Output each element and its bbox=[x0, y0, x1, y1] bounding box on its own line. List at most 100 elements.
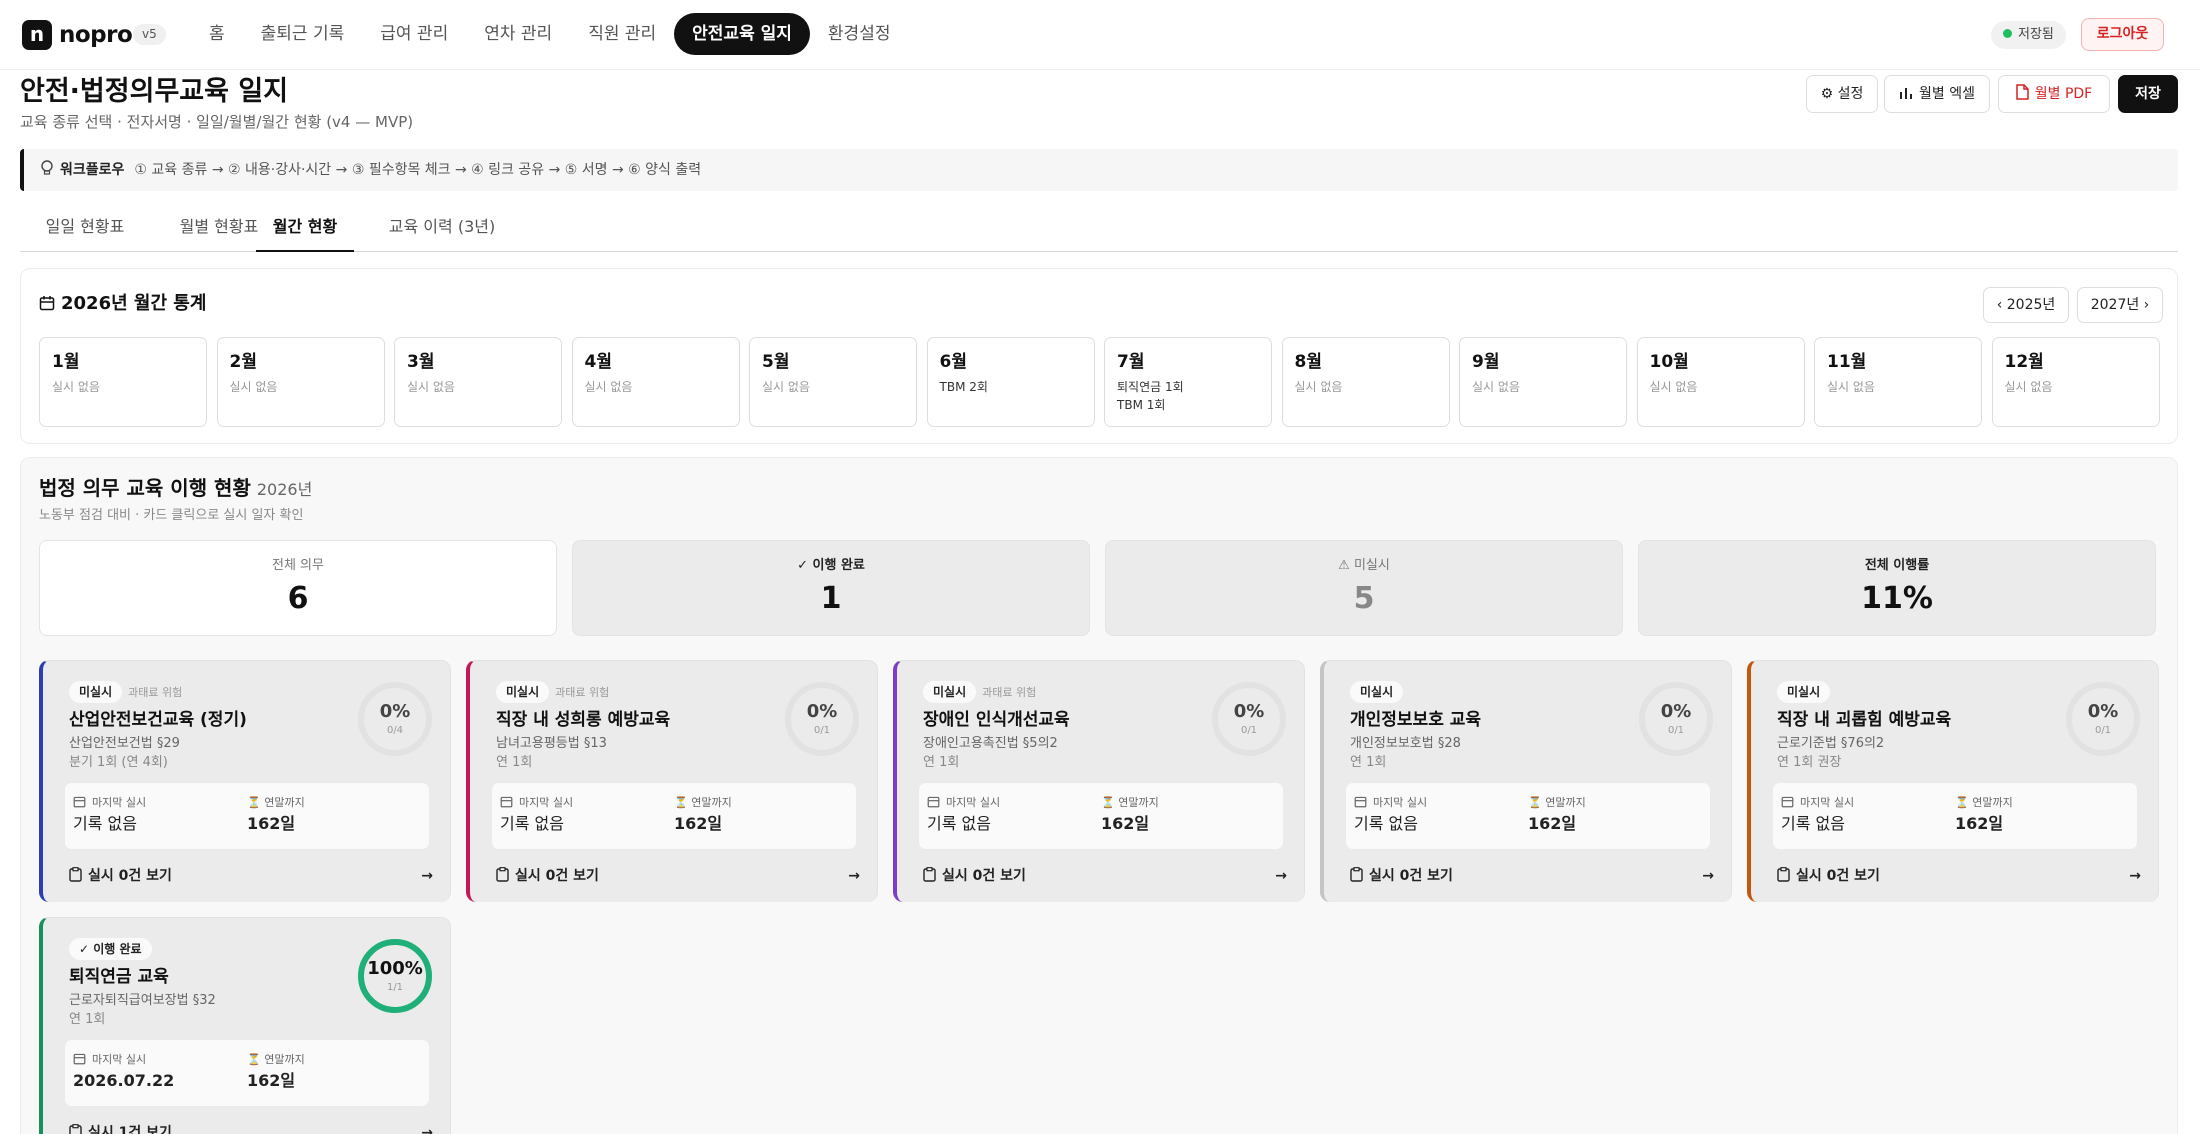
pdf-button[interactable]: 월별 PDF bbox=[1998, 75, 2110, 113]
month-card[interactable]: 4월 실시 없음 bbox=[571, 337, 740, 427]
card-frequency: 연 1회 권장 bbox=[1777, 755, 1842, 770]
view-records-label: 실시 0건 보기 bbox=[1796, 868, 1880, 884]
month-card[interactable]: 10월 실시 없음 bbox=[1636, 337, 1805, 427]
settings-button[interactable]: ⚙ 설정 bbox=[1806, 75, 1878, 113]
clipboard-icon bbox=[69, 1124, 82, 1134]
nav-item-leave[interactable]: 연차 관리 bbox=[466, 13, 570, 55]
edu-card[interactable]: ✓ 이행 완료 퇴직연금 교육 근로자퇴직급여보장법 §32 연 1회 100% 1/1 마… bbox=[39, 917, 451, 1134]
status-badge: 미실시 bbox=[1350, 681, 1404, 703]
statutory-title-text: 법정 의무 교육 이행 현황 bbox=[39, 476, 251, 500]
summary-card: ⚠ 미실시 5 bbox=[1105, 540, 1623, 636]
card-info-box: 마지막 실시 2026.07.22 ⏳ 연말까지 162일 bbox=[65, 1040, 429, 1106]
month-card[interactable]: 2월 실시 없음 bbox=[216, 337, 385, 427]
last-done: 마지막 실시 2026.07.22 bbox=[73, 1052, 174, 1092]
card-info-box: 마지막 실시 기록 없음 ⏳ 연말까지 162일 bbox=[1773, 783, 2137, 849]
days-left-label-text: 연말까지 bbox=[264, 796, 305, 809]
month-card[interactable]: 9월 실시 없음 bbox=[1459, 337, 1627, 427]
workflow-steps: ① 교육 종류 → ② 내용·강사·시간 → ③ 필수항목 체크 → ④ 링크 … bbox=[134, 162, 702, 178]
month-card[interactable]: 1월 실시 없음 bbox=[39, 337, 207, 427]
nav-item-payroll[interactable]: 급여 관리 bbox=[362, 13, 466, 55]
nav-item-attendance[interactable]: 출퇴근 기록 bbox=[243, 13, 363, 55]
summary-label: 전체 의무 bbox=[272, 558, 324, 573]
tab-daily[interactable]: 일일 현황표 bbox=[30, 208, 140, 252]
view-tabs: 일일 현황표 월별 현황표 월간 현황 교육 이력 (3년) bbox=[20, 208, 2178, 252]
arrow-right-icon: → bbox=[421, 868, 433, 884]
last-done: 마지막 실시 기록 없음 bbox=[1781, 795, 1854, 835]
summary-value: 11% bbox=[1861, 581, 1933, 616]
excel-label: 월별 엑셀 bbox=[1919, 86, 1975, 102]
days-left-value: 162일 bbox=[674, 814, 723, 833]
month-card[interactable]: 8월 실시 없음 bbox=[1281, 337, 1450, 427]
workflow-label: 워크플로우 bbox=[60, 162, 125, 178]
file-icon bbox=[2016, 84, 2029, 100]
hourglass-icon: ⏳ bbox=[247, 1053, 265, 1066]
version-badge: v5 bbox=[133, 24, 166, 45]
view-records-link[interactable]: 실시 0건 보기 → bbox=[1350, 866, 1714, 886]
days-left: ⏳ 연말까지 162일 bbox=[1101, 795, 1159, 835]
last-done: 마지막 실시 기록 없음 bbox=[73, 795, 146, 835]
nav-item-safety-log[interactable]: 안전교육 일지 bbox=[674, 13, 810, 55]
view-records-link[interactable]: 실시 0건 보기 → bbox=[923, 866, 1287, 886]
calendar-icon bbox=[73, 1053, 86, 1065]
month-summary: 실시 없음 bbox=[229, 380, 278, 394]
summary-card: ✓ 이행 완료 1 bbox=[572, 540, 1090, 636]
bar-chart-icon bbox=[1900, 88, 1912, 99]
edu-card[interactable]: 미실시 과태료 위험 산업안전보건교육 (정기) 산업안전보건법 §29 분기 1회 (… bbox=[39, 660, 451, 902]
month-card[interactable]: 12월 실시 없음 bbox=[1991, 337, 2160, 427]
month-card[interactable]: 5월 실시 없음 bbox=[749, 337, 917, 427]
summary-value: 5 bbox=[1353, 581, 1375, 616]
view-records-link[interactable]: 실시 0건 보기 → bbox=[69, 866, 433, 886]
days-left-value: 162일 bbox=[1528, 814, 1577, 833]
nav-item-settings[interactable]: 환경설정 bbox=[810, 13, 909, 55]
month-card[interactable]: 3월 실시 없음 bbox=[394, 337, 562, 427]
next-year-button[interactable]: 2027년 › bbox=[2077, 287, 2163, 323]
edu-card[interactable]: 미실시 개인정보보호 교육 개인정보보호법 §28 연 1회 0% 0/1 마지막 실시 기록… bbox=[1320, 660, 1732, 902]
card-law: 장애인고용촉진법 §5의2 bbox=[923, 736, 1058, 751]
progress-fraction: 0/1 bbox=[2094, 725, 2112, 736]
prev-year-button[interactable]: ‹ 2025년 bbox=[1983, 287, 2069, 323]
nav-item-home[interactable]: 홈 bbox=[191, 13, 243, 55]
month-summary: 실시 없음 bbox=[1649, 380, 1698, 394]
last-done-label: 마지막 실시 bbox=[73, 795, 146, 811]
hourglass-icon: ⏳ bbox=[247, 796, 265, 809]
last-done-value: 기록 없음 bbox=[1354, 814, 1418, 833]
tab-history[interactable]: 교육 이력 (3년) bbox=[366, 208, 518, 252]
edu-card[interactable]: 미실시 과태료 위험 직장 내 성희롱 예방교육 남녀고용평등법 §13 연 1회 0% 0… bbox=[466, 660, 878, 902]
month-name: 12월 bbox=[2004, 352, 2044, 372]
clipboard-icon bbox=[1350, 867, 1363, 882]
save-button[interactable]: 저장 bbox=[2118, 75, 2178, 113]
edu-card[interactable]: 미실시 직장 내 괴롭힘 예방교육 근로기준법 §76의2 연 1회 권장 0% 0/1 마… bbox=[1747, 660, 2159, 902]
progress-percent: 0% bbox=[1660, 701, 1692, 722]
logo-icon: n bbox=[22, 20, 52, 50]
tab-monthly-overview[interactable]: 월간 현황 bbox=[256, 208, 354, 252]
summary-label: ✓ 이행 완료 bbox=[797, 558, 865, 573]
last-done-label: 마지막 실시 bbox=[73, 1052, 174, 1068]
view-records-label: 실시 0건 보기 bbox=[88, 868, 172, 884]
nav-item-employees[interactable]: 직원 관리 bbox=[570, 13, 674, 55]
last-done-label: 마지막 실시 bbox=[1354, 795, 1427, 811]
last-done-label-text: 마지막 실시 bbox=[946, 796, 1001, 809]
last-done-label: 마지막 실시 bbox=[500, 795, 573, 811]
month-name: 6월 bbox=[939, 352, 967, 372]
view-records-link[interactable]: 실시 1건 보기 → bbox=[69, 1123, 433, 1134]
days-left-label: ⏳ 연말까지 bbox=[1528, 795, 1586, 811]
logout-button[interactable]: 로그아웃 bbox=[2081, 18, 2164, 51]
month-card[interactable]: 7월 퇴직연금 1회 TBM 1회 bbox=[1104, 337, 1272, 427]
month-card[interactable]: 6월 TBM 2회 bbox=[926, 337, 1095, 427]
edu-card[interactable]: 미실시 과태료 위험 장애인 인식개선교육 장애인고용촉진법 §5의2 연 1회 0% 0/… bbox=[893, 660, 1305, 902]
card-badges: 미실시 bbox=[1777, 681, 1831, 703]
days-left-label-text: 연말까지 bbox=[264, 1053, 305, 1066]
card-law: 남녀고용평등법 §13 bbox=[496, 736, 607, 751]
view-records-link[interactable]: 실시 0건 보기 → bbox=[1777, 866, 2141, 886]
calendar-icon bbox=[73, 796, 86, 808]
month-card[interactable]: 11월 실시 없음 bbox=[1814, 337, 1982, 427]
excel-button[interactable]: 월별 엑셀 bbox=[1884, 75, 1990, 113]
last-done-value: 기록 없음 bbox=[500, 814, 564, 833]
status-badge: ✓ 이행 완료 bbox=[69, 938, 152, 960]
view-records-link[interactable]: 실시 0건 보기 → bbox=[496, 866, 860, 886]
monthly-title: 2026년 월간 통계 bbox=[39, 291, 206, 317]
card-info-box: 마지막 실시 기록 없음 ⏳ 연말까지 162일 bbox=[65, 783, 429, 849]
top-nav-bar: n nopro v5 홈 출퇴근 기록 급여 관리 연차 관리 직원 관리 안전… bbox=[0, 0, 2200, 70]
card-badges: 미실시 과태료 위험 bbox=[496, 681, 615, 703]
save-status-badge: 저장됨 bbox=[1991, 21, 2066, 49]
